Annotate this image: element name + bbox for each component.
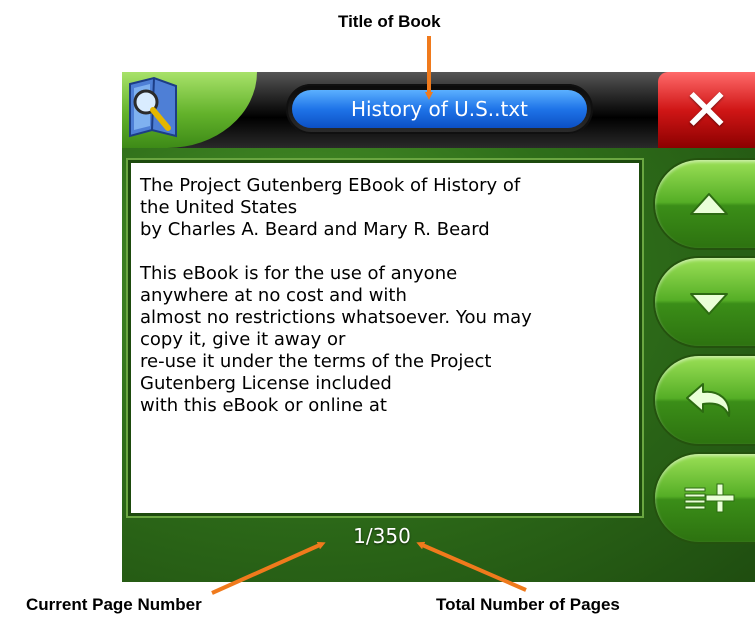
annotation-arrows	[211, 36, 527, 595]
arrow-to-total-pages	[416, 541, 527, 592]
arrow-to-current-page	[211, 541, 326, 595]
